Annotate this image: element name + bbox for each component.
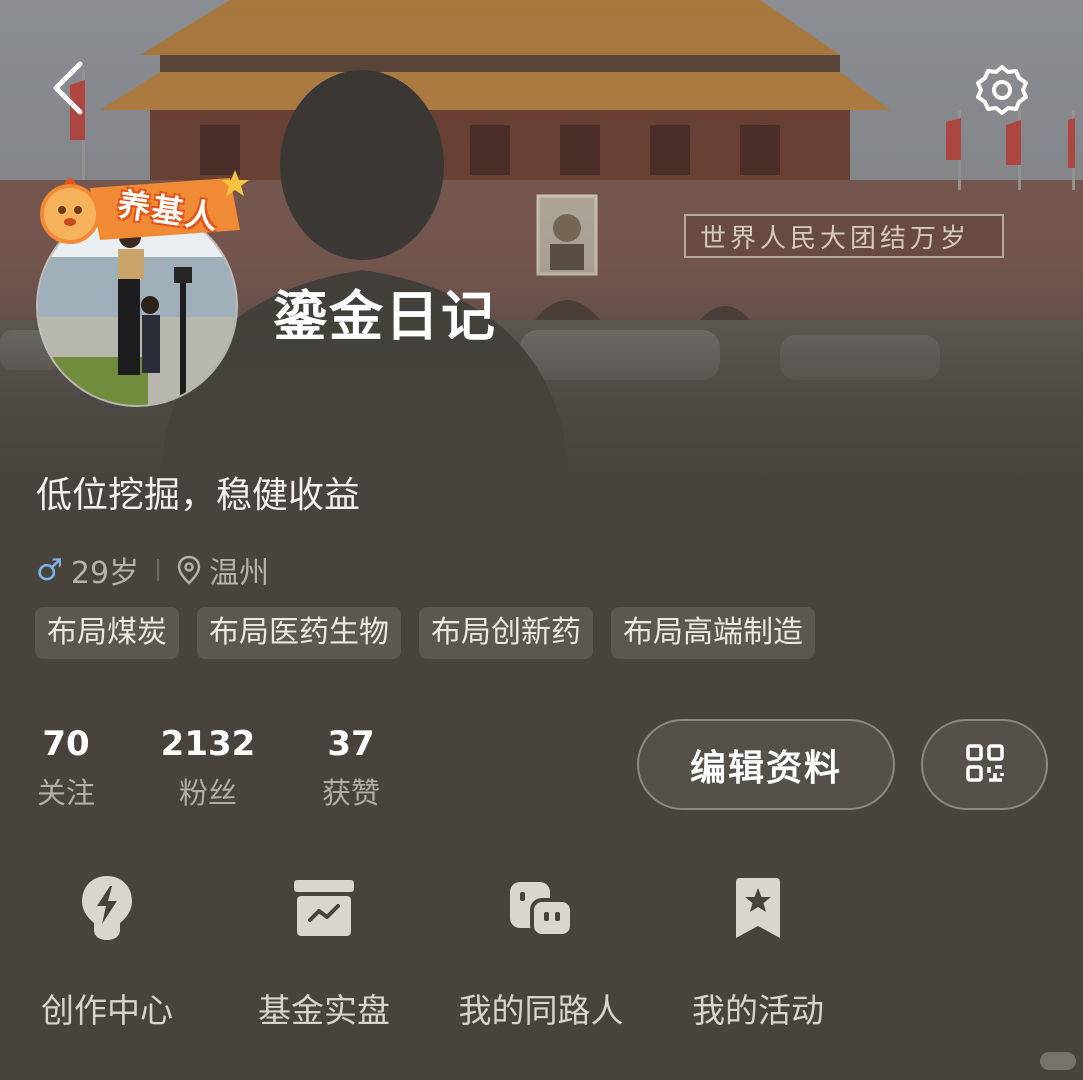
lightbulb-icon — [36, 868, 178, 948]
tag-item[interactable]: 布局创新药 — [419, 607, 593, 659]
age-text: 29岁 — [70, 556, 140, 591]
location-text: 温州 — [209, 556, 270, 591]
username: 鎏金日记 — [273, 285, 497, 348]
back-button[interactable] — [40, 60, 96, 120]
tag-item[interactable]: 布局医药生物 — [197, 607, 401, 659]
edit-profile-button[interactable]: 编辑资料 — [637, 719, 895, 810]
shortcut-fund-portfolio[interactable]: 基金实盘 — [254, 868, 394, 1032]
shortcut-creator-center[interactable]: 创作中心 — [36, 868, 178, 1032]
chat-bubbles-icon — [455, 868, 627, 948]
tag-item[interactable]: 布局高端制造 — [611, 607, 815, 659]
followers-label: 粉丝 — [178, 776, 237, 810]
shortcut-fellow-travelers[interactable]: 我的同路人 — [455, 868, 627, 1032]
shortcut-my-activities[interactable]: 我的活动 — [688, 868, 828, 1032]
bio-text: 低位挖掘，稳健收益 — [36, 475, 361, 516]
chevron-left-icon — [50, 60, 86, 120]
shortcut-label: 基金实盘 — [258, 991, 390, 1030]
avatar-container[interactable]: 养基人 — [36, 170, 249, 407]
location-pin-icon — [177, 555, 201, 585]
settings-button[interactable] — [970, 60, 1034, 124]
shortcut-label: 我的同路人 — [458, 991, 624, 1030]
stat-likes[interactable]: 37 获赞 — [320, 724, 382, 812]
qr-code-icon — [965, 743, 1005, 787]
likes-label: 获赞 — [321, 776, 380, 810]
fund-box-icon — [254, 868, 394, 948]
tag-list: 布局煤炭 布局医药生物 布局创新药 布局高端制造 — [35, 607, 833, 659]
shortcut-label: 创作中心 — [41, 991, 173, 1030]
followers-count: 2132 — [160, 724, 256, 764]
bookmark-star-icon — [688, 868, 828, 948]
profile-meta: ♂ 29岁 温州 — [36, 548, 269, 592]
shortcut-label: 我的活动 — [692, 991, 824, 1030]
male-icon: ♂ — [36, 552, 63, 588]
likes-count: 37 — [327, 724, 375, 764]
tag-item[interactable]: 布局煤炭 — [35, 607, 179, 659]
following-count: 70 — [42, 724, 90, 764]
badge-yangjiren: 养基人 — [30, 170, 260, 250]
following-label: 关注 — [36, 776, 95, 810]
divider — [157, 559, 160, 581]
stat-followers[interactable]: 2132 粉丝 — [160, 724, 256, 812]
gear-icon — [975, 63, 1029, 121]
stat-following[interactable]: 70 关注 — [36, 724, 96, 812]
qr-code-button[interactable] — [921, 719, 1048, 810]
watermark — [1040, 1052, 1076, 1070]
